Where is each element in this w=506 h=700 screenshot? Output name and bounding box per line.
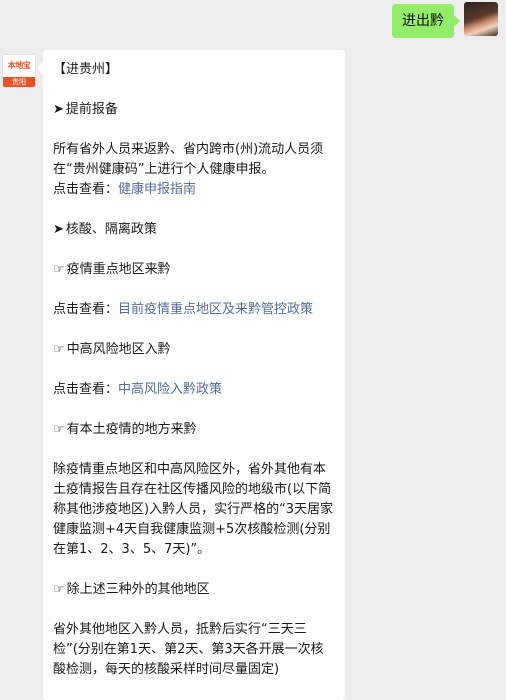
link-prefix: 点击查看： <box>53 382 119 397</box>
item-body-other-areas: 省外其他地区入黔人员，抵黔后实行“三天三检”(分别在第1天、第2天、第3天各开展… <box>53 622 324 677</box>
pointing-hand-icon: ☞ <box>53 422 65 437</box>
bot-avatar-city: 贵阳 <box>3 77 35 87</box>
report-body: 所有省外人员来返黔、省内跨市(州)流动人员须在“贵州健康码”上进行个人健康申报。 <box>53 142 324 177</box>
high-risk-policy-link[interactable]: 中高风险入黔政策 <box>118 382 222 397</box>
item-link-line-high-risk: 点击查看：中高风险入黔政策 <box>53 380 335 400</box>
item-title-high-risk: ☞ 中高风险地区入黔 <box>53 340 335 360</box>
bot-avatar[interactable]: 本地宝 贵阳 <box>2 54 36 88</box>
item-title-text: 有本土疫情的地方来黔 <box>66 422 197 437</box>
bot-avatar-logo: 本地宝 <box>7 61 31 70</box>
pointing-hand-icon: ☞ <box>53 262 65 277</box>
item-title-text: 中高风险地区入黔 <box>66 342 171 357</box>
arrow-marker-icon: ➤ <box>53 222 64 237</box>
item-link-line-key-areas: 点击查看：目前疫情重点地区及来黔管控政策 <box>53 300 335 320</box>
section-title-testing: ➤ 核酸、隔离政策 <box>53 220 335 240</box>
message-heading: 【进贵州】 <box>53 62 119 77</box>
item-title-local-epidemic: ☞ 有本土疫情的地方来黔 <box>53 420 335 440</box>
section-title-report: ➤ 提前报备 <box>53 100 335 120</box>
link-prefix: 点击查看： <box>53 302 119 317</box>
user-avatar[interactable] <box>464 2 498 36</box>
arrow-marker-icon: ➤ <box>53 102 64 117</box>
item-title-text: 除上述三种外的其他地区 <box>66 582 210 597</box>
health-declaration-guide-link[interactable]: 健康申报指南 <box>118 182 196 197</box>
pointing-hand-icon: ☞ <box>53 582 65 597</box>
section-title-text: 核酸、隔离政策 <box>65 222 157 237</box>
item-body-local-epidemic: 除疫情重点地区和中高风险区外，省外其他有本土疫情报告且存在社区传播风险的地级市(… <box>53 462 334 557</box>
link-prefix: 点击查看： <box>53 182 119 197</box>
user-message-bubble[interactable]: 进出黔 <box>392 4 460 38</box>
section-title-text: 提前报备 <box>65 102 118 117</box>
report-paragraph: 所有省外人员来返黔、省内跨市(州)流动人员须在“贵州健康码”上进行个人健康申报。… <box>53 140 335 200</box>
item-title-other-areas: ☞ 除上述三种外的其他地区 <box>53 580 335 600</box>
pointing-hand-icon: ☞ <box>53 342 65 357</box>
bot-message-bubble[interactable]: 【进贵州】 ➤ 提前报备 所有省外人员来返黔、省内跨市(州)流动人员须在“贵州健康… <box>37 50 345 700</box>
item-title-text: 疫情重点地区来黔 <box>66 262 171 277</box>
item-title-key-areas: ☞ 疫情重点地区来黔 <box>53 260 335 280</box>
key-areas-policy-link[interactable]: 目前疫情重点地区及来黔管控政策 <box>118 302 313 317</box>
user-message-row: 进出黔 <box>392 2 498 38</box>
